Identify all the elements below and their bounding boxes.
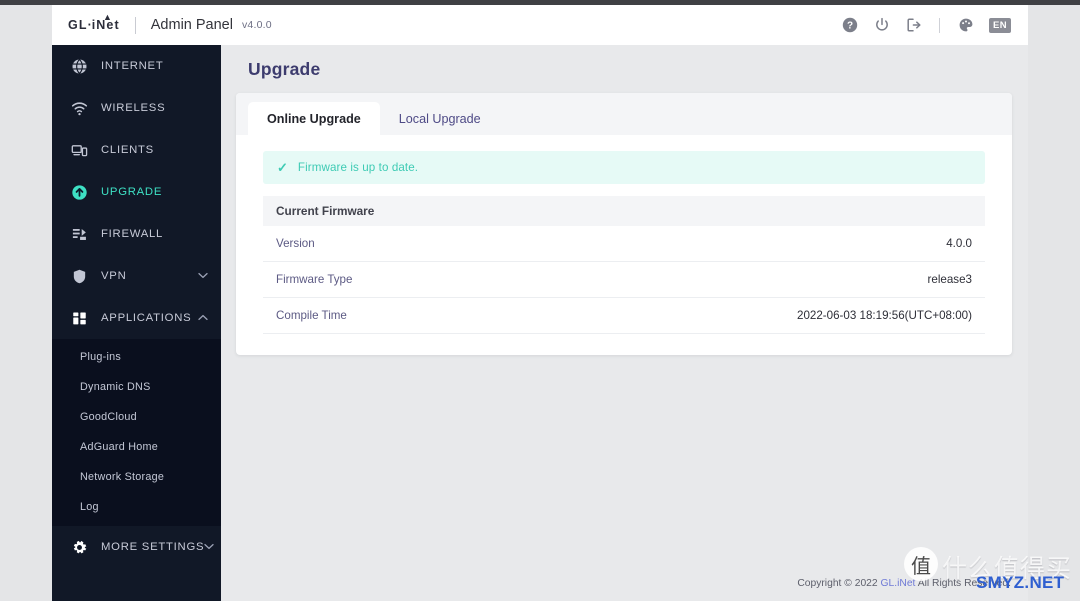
- sidebar-item-more-settings[interactable]: MORE SETTINGS: [52, 526, 221, 568]
- row-value: release3: [927, 273, 972, 286]
- table-row: Compile Time 2022-06-03 18:19:56(UTC+08:…: [263, 298, 985, 334]
- tab-label: Online Upgrade: [267, 111, 361, 126]
- sidebar-item-label: INTERNET: [101, 60, 164, 72]
- sidebar-item-label: MORE SETTINGS: [101, 541, 205, 553]
- tab-label: Local Upgrade: [398, 111, 481, 126]
- sidebar-item-label: VPN: [101, 270, 127, 282]
- submenu-item-label: Log: [80, 501, 99, 513]
- firmware-status-alert: ✓ Firmware is up to date.: [263, 151, 985, 184]
- current-firmware-header: Current Firmware: [263, 196, 985, 226]
- language-badge[interactable]: EN: [989, 17, 1011, 33]
- sidebar-item-label: APPLICATIONS: [101, 312, 192, 324]
- brand-divider: [134, 16, 136, 34]
- firmware-status-text: Firmware is up to date.: [297, 161, 419, 174]
- brand: GL·iNet ▲ Admin Panel v4.0.0: [52, 12, 272, 34]
- submenu-item-log[interactable]: Log: [52, 492, 221, 522]
- table-row: Version 4.0.0: [263, 226, 985, 262]
- row-label: Version: [276, 237, 315, 250]
- app-version: v4.0.0: [241, 19, 272, 31]
- submenu-item-label: Plug-ins: [80, 351, 122, 363]
- brand-logo[interactable]: GL·iNet ▲: [68, 12, 120, 32]
- gear-icon: [70, 538, 88, 556]
- devices-icon: [70, 141, 88, 159]
- header-icon-group: ? EN: [841, 17, 1028, 34]
- power-icon[interactable]: [873, 17, 890, 34]
- row-value: 4.0.0: [946, 237, 972, 250]
- submenu-item-plug-ins[interactable]: Plug-ins: [52, 342, 221, 372]
- sidebar-item-applications[interactable]: APPLICATIONS: [52, 297, 221, 339]
- applications-submenu: Plug-ins Dynamic DNS GoodCloud AdGuard H…: [52, 339, 221, 526]
- tab-online-upgrade[interactable]: Online Upgrade: [248, 102, 380, 135]
- sidebar-item-vpn[interactable]: VPN: [52, 255, 221, 297]
- page-title: Upgrade: [248, 59, 321, 79]
- submenu-item-network-storage[interactable]: Network Storage: [52, 462, 221, 492]
- submenu-item-adguard-home[interactable]: AdGuard Home: [52, 432, 221, 462]
- submenu-item-label: Dynamic DNS: [80, 381, 151, 393]
- row-label: Firmware Type: [276, 273, 353, 286]
- wifi-icon: [70, 99, 88, 117]
- shield-icon: [70, 267, 88, 285]
- upgrade-card: Online Upgrade Local Upgrade ✓ Firmware …: [236, 93, 1012, 355]
- row-label: Compile Time: [276, 309, 347, 322]
- chevron-up-icon: [198, 314, 208, 323]
- submenu-item-label: GoodCloud: [80, 411, 137, 423]
- tab-bar: Online Upgrade Local Upgrade: [236, 93, 1012, 135]
- sidebar-item-firewall[interactable]: FIREWALL: [52, 213, 221, 255]
- sidebar-item-upgrade[interactable]: UPGRADE: [52, 171, 221, 213]
- check-icon: ✓: [277, 160, 288, 175]
- footer-copyright: Copyright © 2022 GL.iNet All Rights Rese…: [797, 578, 1011, 589]
- globe-icon: [70, 57, 88, 75]
- brand-logo-gl: GL: [68, 18, 88, 32]
- tab-local-upgrade[interactable]: Local Upgrade: [380, 102, 500, 135]
- sidebar: INTERNET WIRELESS CLIENTS UPGRADE FIREWA: [52, 45, 221, 601]
- submenu-item-label: Network Storage: [80, 471, 165, 483]
- submenu-item-label: AdGuard Home: [80, 441, 159, 453]
- submenu-item-goodcloud[interactable]: GoodCloud: [52, 402, 221, 432]
- sidebar-item-label: FIREWALL: [101, 228, 164, 240]
- main-content: Upgrade Online Upgrade Local Upgrade ✓ F…: [221, 45, 1028, 601]
- gl-inet-link[interactable]: GL.iNet: [881, 578, 916, 589]
- table-row: Firmware Type release3: [263, 262, 985, 298]
- app-root: GL·iNet ▲ Admin Panel v4.0.0 ? EN INTERN…: [0, 0, 1080, 601]
- sidebar-item-clients[interactable]: CLIENTS: [52, 129, 221, 171]
- current-firmware-title: Current Firmware: [276, 204, 375, 218]
- sidebar-item-label: UPGRADE: [101, 186, 163, 198]
- sidebar-item-label: WIRELESS: [101, 102, 166, 114]
- header-divider: [939, 17, 940, 33]
- copyright-prefix: Copyright © 2022: [797, 578, 881, 589]
- sidebar-item-label: CLIENTS: [101, 144, 154, 156]
- card-body: ✓ Firmware is up to date. Current Firmwa…: [236, 135, 1012, 334]
- logout-icon[interactable]: [905, 17, 922, 34]
- chevron-down-icon: [198, 272, 208, 281]
- upload-circle-icon: [70, 183, 88, 201]
- firewall-icon: [70, 225, 88, 243]
- submenu-item-dynamic-dns[interactable]: Dynamic DNS: [52, 372, 221, 402]
- theme-palette-icon[interactable]: [957, 17, 974, 34]
- app-header: GL·iNet ▲ Admin Panel v4.0.0 ? EN: [52, 5, 1028, 45]
- grid-icon: [70, 309, 88, 327]
- brand-logo-antenna-icon: ▲: [103, 12, 114, 22]
- sidebar-item-wireless[interactable]: WIRELESS: [52, 87, 221, 129]
- copyright-suffix: All Rights Reserved.: [915, 578, 1011, 589]
- chevron-down-icon: [204, 543, 214, 552]
- row-value: 2022-06-03 18:19:56(UTC+08:00): [797, 309, 972, 322]
- sidebar-item-internet[interactable]: INTERNET: [52, 45, 221, 87]
- app-title: Admin Panel: [150, 17, 233, 33]
- help-icon[interactable]: ?: [841, 17, 858, 34]
- svg-text:?: ?: [846, 21, 852, 32]
